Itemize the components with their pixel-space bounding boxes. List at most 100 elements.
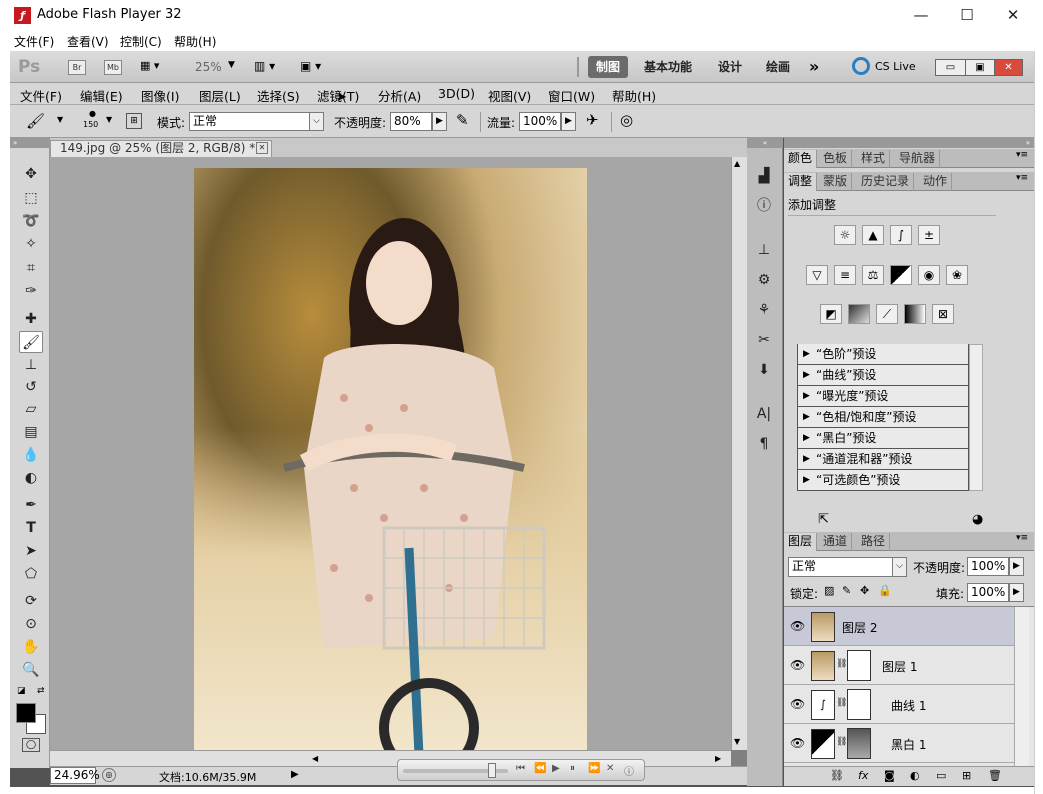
more-workspaces-button[interactable]: » [809,57,819,76]
history-brush-tool-icon[interactable]: ↺ [19,376,43,398]
menu-file[interactable]: 文件(F) [20,86,62,105]
playback-slider-thumb[interactable] [488,763,496,778]
brightness-contrast-icon[interactable]: ☼ [834,225,856,245]
app-minimize-button[interactable]: ▭ [936,60,965,75]
eyedropper-tool-icon[interactable]: ✑ [19,280,43,302]
workspace-painting[interactable]: 绘画 [758,56,798,78]
tab-styles[interactable]: 样式 [857,150,891,168]
tab-layers[interactable]: 图层 [784,533,818,551]
airbrush-icon[interactable]: ✈ [586,111,599,129]
add-mask-icon[interactable]: ◙ [884,769,895,782]
hue-saturation-icon[interactable]: ≡ [834,265,856,285]
minimize-button[interactable]: — [898,0,944,31]
flow-slider-button[interactable]: ▶ [561,112,576,131]
layer-name[interactable]: 图层 2 [842,619,877,636]
menu-edit[interactable]: 编辑(E) [80,86,123,105]
blur-tool-icon[interactable]: 💧 [19,444,43,466]
tab-adjustments[interactable]: 调整 [784,173,818,191]
brush-size[interactable]: 150 [83,120,98,129]
gradient-tool-icon[interactable]: ▤ [19,421,43,443]
marquee-tool-icon[interactable]: ⬚ [19,187,43,209]
lasso-tool-icon[interactable]: ➰ [19,210,43,232]
histogram-panel-icon[interactable]: ▟ [753,166,775,186]
info-panel-icon[interactable]: ⓘ [753,196,775,216]
shape-tool-icon[interactable]: ⬠ [19,563,43,585]
maximize-button[interactable]: ☐ [944,0,990,31]
layer-opacity-slider-button[interactable]: ▶ [1009,557,1024,576]
adjustments-panel-menu-icon[interactable]: ▾≡ [1016,173,1028,183]
gradient-map-icon[interactable] [904,304,926,324]
layer-row[interactable]: 👁 ∫ ⛓ 曲线 1 [784,685,1014,724]
fp-menu-file[interactable]: 文件(F) [14,33,54,50]
visibility-eye-icon[interactable]: 👁 [790,619,805,633]
visibility-eye-icon[interactable]: 👁 [790,697,805,711]
menu-image[interactable]: 图像(I) [141,86,179,105]
opacity-input[interactable]: 80% [390,112,432,131]
vertical-scrollbar[interactable]: ▲ ▼ [731,157,747,750]
layer-name[interactable]: 曲线 1 [891,697,926,714]
black-white-icon[interactable] [890,265,912,285]
toolbar-collapse-icon[interactable]: » [10,138,50,148]
lock-position-icon[interactable]: ✥ [860,584,869,597]
menu-view[interactable]: 视图(V) [488,86,531,105]
layer-style-icon[interactable]: fx [858,769,868,782]
preset-curves[interactable]: ▶ “曲线”预设 [797,365,969,386]
curves-icon[interactable]: ∫ [890,225,912,245]
fp-menu-control[interactable]: 控制(C) [120,33,162,50]
hand-tool-icon[interactable]: ✋ [19,636,43,658]
tab-masks[interactable]: 蒙版 [819,173,853,191]
brush-presets-panel-icon[interactable]: ⚘ [753,300,775,320]
lock-all-icon[interactable]: 🔒 [878,584,892,597]
flow-input[interactable]: 100% [519,112,561,131]
workspace-drawing[interactable]: 制图 [588,56,629,78]
workspace-design[interactable]: 设计 [710,56,750,78]
presets-scrollbar[interactable] [969,344,983,491]
color-balance-icon[interactable]: ⚖ [862,265,884,285]
visibility-eye-icon[interactable]: 👁 [790,736,805,750]
pen-tool-icon[interactable]: ✒ [19,494,43,516]
tab-navigator[interactable]: 导航器 [895,150,941,168]
layer-row[interactable]: 👁 ⛓ 黑白 1 [784,724,1014,763]
foreground-color-swatch[interactable] [16,703,36,723]
play-icon[interactable]: ▶ [552,763,560,774]
selective-color-icon[interactable]: ⊠ [932,304,954,324]
paragraph-panel-icon[interactable]: ¶ [753,434,775,454]
status-info-icon[interactable]: ◎ [102,768,116,782]
info-icon[interactable]: ⓘ [624,763,634,778]
tab-channels[interactable]: 通道 [819,533,853,551]
brush-tool-icon[interactable]: 🖌 [19,331,43,353]
menu-help[interactable]: 帮助(H) [612,86,656,105]
brushes-panel-icon[interactable]: ✂ [753,330,775,350]
tool-preset-dropdown-icon[interactable]: ▼ [57,115,63,124]
layer-opacity-input[interactable]: 100% [967,557,1009,576]
quick-mask-icon[interactable]: ◯ [22,738,40,752]
swap-colors-icon[interactable]: ⇄ [37,686,45,696]
delete-layer-icon[interactable]: 🗑 [988,769,1002,782]
brush-panel-toggle-icon[interactable]: ⊞ [126,113,142,129]
layer-row[interactable]: 👁 图层 2 [784,607,1014,646]
layer-name[interactable]: 图层 1 [882,658,917,675]
rewind-icon[interactable]: ⏮ [516,763,525,774]
menu-layer[interactable]: 图层(L) [199,86,241,105]
tab-color[interactable]: 颜色 [784,150,818,168]
clip-to-layer-icon[interactable]: ◕ [972,512,983,527]
fill-input[interactable]: 100% [967,583,1009,602]
3d-orbit-tool-icon[interactable]: ⊙ [19,613,43,635]
document-canvas-photo[interactable] [194,168,587,755]
layer-blend-mode-select[interactable]: 正常 [788,557,894,577]
minibridge-button[interactable]: Mb [104,60,122,75]
lock-image-icon[interactable]: ✎ [842,584,851,597]
move-tool-icon[interactable]: ✥ [19,163,43,185]
tab-paths[interactable]: 路径 [857,533,891,551]
app-close-button[interactable]: ✕ [994,60,1022,75]
cslive-button[interactable]: CS Live [875,60,916,73]
tablet-opacity-icon[interactable]: ✎ [456,111,469,129]
vibrance-icon[interactable]: ▽ [806,265,828,285]
eraser-tool-icon[interactable]: ▱ [19,398,43,420]
menu-3d[interactable]: 3D(D) [438,86,475,101]
levels-icon[interactable]: ▲ [862,225,884,245]
healing-brush-tool-icon[interactable]: ✚ [19,308,43,330]
preset-exposure[interactable]: ▶ “曝光度”预设 [797,386,969,407]
return-to-list-icon[interactable]: ⇱ [818,512,829,527]
view-extras-icon[interactable]: ▦ ▾ [140,59,170,76]
